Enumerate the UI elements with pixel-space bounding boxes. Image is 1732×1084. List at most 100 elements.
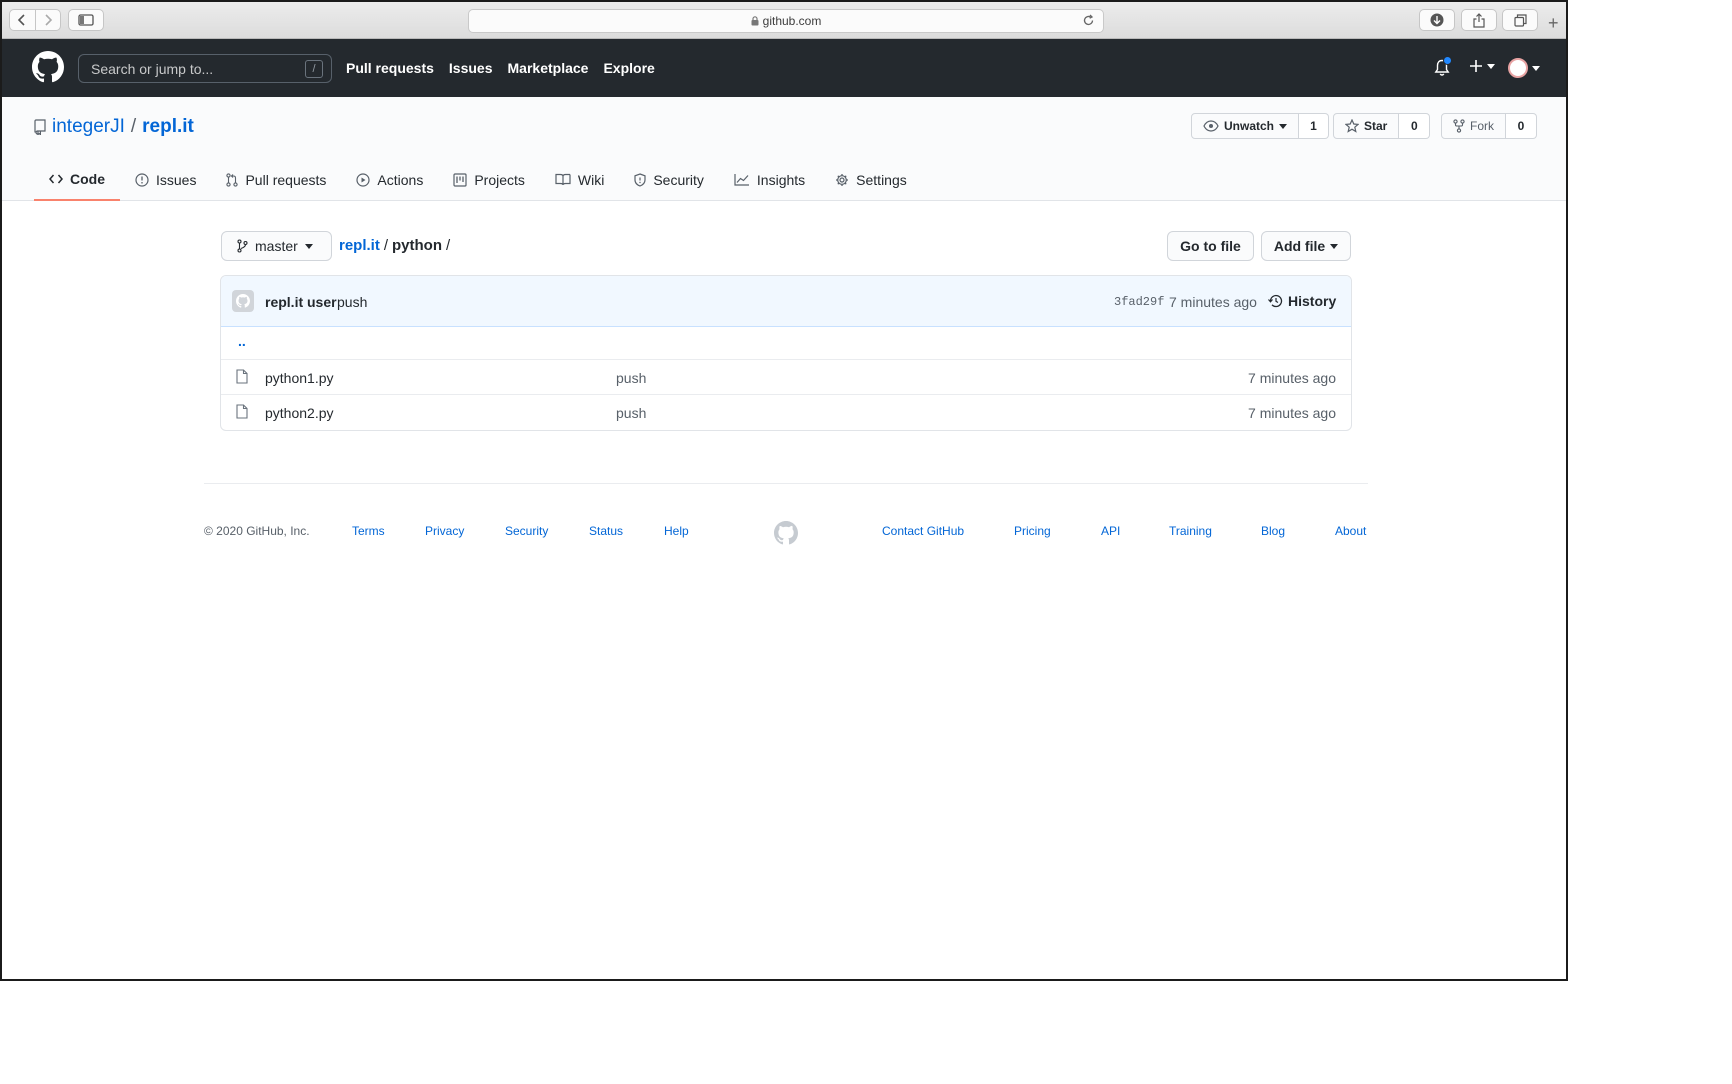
parent-directory-link[interactable]: ..	[238, 333, 246, 349]
nav-pull-requests[interactable]: Pull requests	[346, 60, 434, 76]
nav-issues[interactable]: Issues	[449, 60, 493, 76]
breadcrumb-current-dir: python	[392, 237, 443, 254]
share-button[interactable]	[1461, 9, 1497, 31]
star-group: Star 0	[1333, 113, 1431, 139]
add-file-dropdown[interactable]: Add file	[1261, 231, 1351, 261]
tab-label: Projects	[474, 171, 525, 188]
parent-directory-row[interactable]: ..	[221, 327, 1351, 360]
commit-message[interactable]: push	[337, 294, 367, 310]
fork-button[interactable]: Fork	[1441, 113, 1506, 139]
browser-toolbar: github.com +	[2, 2, 1566, 39]
tab-label: Wiki	[577, 171, 605, 188]
footer-link-terms[interactable]: Terms	[352, 524, 385, 538]
history-nav-buttons	[9, 9, 61, 31]
footer-link-training[interactable]: Training	[1169, 524, 1212, 538]
file-commit-message[interactable]: push	[616, 370, 646, 386]
tab-label: Pull requests	[245, 171, 327, 188]
github-mark-icon[interactable]	[774, 521, 798, 545]
breadcrumb-separator: /	[383, 237, 389, 254]
footer-link-privacy[interactable]: Privacy	[425, 524, 464, 538]
go-to-file-button[interactable]: Go to file	[1167, 231, 1254, 261]
nav-explore[interactable]: Explore	[603, 60, 654, 76]
notifications-button[interactable]	[1434, 56, 1452, 82]
tab-label: Code	[70, 170, 105, 187]
file-commit-message[interactable]: push	[616, 405, 646, 421]
copyright-text: © 2020 GitHub, Inc.	[204, 524, 310, 538]
forward-button[interactable]	[36, 10, 61, 30]
commit-author[interactable]: repl.it user	[265, 294, 337, 310]
stargazers-count[interactable]: 0	[1399, 113, 1431, 139]
breadcrumb-root-link[interactable]: repl.it	[339, 237, 380, 254]
sidebar-toggle-button[interactable]	[68, 9, 104, 31]
latest-commit-bar: repl.it user push 3fad29f 7 minutes ago …	[221, 276, 1351, 327]
file-list: repl.it user push 3fad29f 7 minutes ago …	[220, 275, 1352, 431]
browser-window: github.com + Search or jump to... / Pull…	[0, 0, 1568, 981]
watchers-count[interactable]: 1	[1299, 113, 1330, 139]
caret-down-icon	[1532, 65, 1540, 71]
tab-issues[interactable]: Issues	[120, 158, 211, 201]
user-menu-dropdown[interactable]	[1508, 58, 1540, 78]
tabs-icon	[1513, 13, 1527, 27]
repo-name-link[interactable]: repl.it	[142, 116, 194, 138]
commit-time: 7 minutes ago	[1169, 294, 1257, 310]
url-text: github.com	[762, 14, 822, 28]
history-link[interactable]: History	[1268, 293, 1336, 309]
file-icon	[236, 404, 248, 419]
history-icon	[1268, 294, 1283, 308]
footer-link-api[interactable]: API	[1101, 524, 1120, 538]
tab-overview-button[interactable]	[1502, 9, 1538, 31]
tab-security[interactable]: Security	[619, 158, 719, 201]
create-new-dropdown[interactable]	[1469, 59, 1495, 73]
tab-code[interactable]: Code	[34, 158, 120, 201]
address-bar[interactable]: github.com	[468, 9, 1104, 33]
file-row: python1.py push 7 minutes ago	[221, 360, 1351, 395]
forks-count[interactable]: 0	[1506, 113, 1537, 139]
caret-down-icon	[1330, 243, 1339, 249]
nav-marketplace[interactable]: Marketplace	[508, 60, 589, 76]
footer-link-pricing[interactable]: Pricing	[1014, 524, 1051, 538]
search-input[interactable]: Search or jump to... /	[78, 54, 332, 83]
file-name-link[interactable]: python1.py	[265, 370, 334, 386]
tab-projects[interactable]: Projects	[438, 158, 540, 201]
footer-link-about[interactable]: About	[1335, 524, 1366, 538]
repo-owner-link[interactable]: integerJI	[52, 116, 125, 138]
file-icon	[236, 369, 248, 384]
file-name-link[interactable]: python2.py	[265, 405, 334, 421]
tab-wiki[interactable]: Wiki	[540, 158, 619, 201]
tab-insights[interactable]: Insights	[719, 158, 820, 201]
graph-icon	[734, 174, 749, 186]
star-button[interactable]: Star	[1333, 113, 1400, 139]
tab-label: Issues	[156, 171, 197, 188]
downloads-button[interactable]	[1419, 9, 1455, 31]
footer-link-blog[interactable]: Blog	[1261, 524, 1285, 538]
chevron-left-icon	[18, 14, 25, 26]
tab-pull-requests[interactable]: Pull requests	[211, 158, 341, 201]
search-placeholder: Search or jump to...	[91, 61, 214, 77]
footer-link-help[interactable]: Help	[664, 524, 689, 538]
footer-link-contact[interactable]: Contact GitHub	[882, 524, 964, 538]
unwatch-button[interactable]: Unwatch	[1191, 113, 1300, 139]
tab-settings[interactable]: Settings	[820, 158, 922, 201]
footer-link-status[interactable]: Status	[589, 524, 623, 538]
commit-author-avatar[interactable]	[232, 290, 254, 312]
commit-sha-link[interactable]: 3fad29f	[1114, 295, 1164, 309]
fork-label: Fork	[1470, 119, 1494, 133]
branch-select-button[interactable]: master	[221, 231, 332, 261]
tab-actions[interactable]: Actions	[341, 158, 438, 201]
new-tab-button[interactable]: +	[1548, 14, 1559, 32]
reload-icon[interactable]	[1082, 14, 1095, 27]
watch-group: Unwatch 1	[1191, 113, 1330, 139]
branch-icon	[237, 239, 248, 253]
breadcrumb: repl.it / python /	[339, 237, 450, 254]
avatar	[1508, 58, 1528, 78]
pull-request-icon	[226, 172, 239, 187]
back-button[interactable]	[10, 10, 35, 30]
tab-label: Insights	[756, 171, 806, 188]
fork-icon	[1453, 119, 1465, 133]
footer-link-security[interactable]: Security	[505, 524, 548, 538]
file-age: 7 minutes ago	[1248, 405, 1336, 421]
star-label: Star	[1364, 119, 1388, 133]
github-logo-icon[interactable]	[32, 51, 64, 83]
search-shortcut-hint: /	[305, 60, 323, 78]
sidebar-icon	[78, 14, 94, 26]
